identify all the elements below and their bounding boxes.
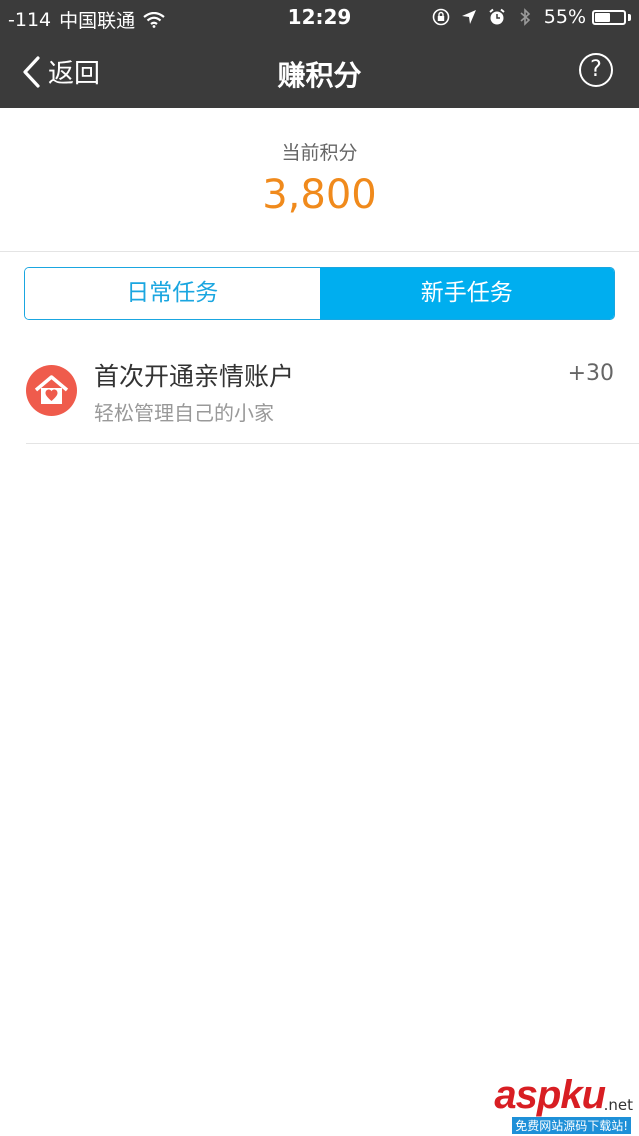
task-item[interactable]: 首次开通亲情账户 轻松管理自己的小家 +30 <box>26 339 639 444</box>
task-description: 轻松管理自己的小家 <box>94 401 274 425</box>
bluetooth-icon <box>520 8 530 26</box>
page-title: 赚积分 <box>277 59 362 92</box>
location-icon <box>461 10 476 24</box>
watermark-tagline: 免费网站源码下载站! <box>512 1117 631 1134</box>
status-right: 55% <box>432 6 631 28</box>
rotation-lock-icon <box>432 8 450 26</box>
nav-bar: 返回 赚积分 ? <box>0 36 639 108</box>
points-panel: 当前积分 3,800 <box>0 108 639 252</box>
task-title: 首次开通亲情账户 <box>94 362 295 391</box>
top-bar: -114 中国联通 12:29 55% 返回 赚积分 ? <box>0 0 639 108</box>
battery-icon <box>592 9 626 25</box>
battery-percent: 55% <box>543 6 586 28</box>
task-points: +30 <box>567 361 614 386</box>
alarm-icon <box>489 8 505 25</box>
task-tabs: 日常任务 新手任务 <box>24 267 615 320</box>
help-button[interactable]: ? <box>579 53 613 87</box>
battery-tip <box>628 13 631 21</box>
points-label: 当前积分 <box>281 142 358 164</box>
status-bar: -114 中国联通 12:29 55% <box>0 0 639 36</box>
heart-house-icon <box>26 365 77 416</box>
tab-newbie-tasks[interactable]: 新手任务 <box>319 268 614 319</box>
question-icon: ? <box>590 57 602 82</box>
tab-daily-tasks[interactable]: 日常任务 <box>25 268 320 319</box>
battery-fill <box>595 12 610 22</box>
watermark-suffix: .net <box>603 1096 633 1114</box>
points-value: 3,800 <box>262 172 377 218</box>
watermark-logo: aspku <box>494 1073 606 1117</box>
watermark: aspku .net 免费网站源码下载站! <box>455 1066 635 1136</box>
